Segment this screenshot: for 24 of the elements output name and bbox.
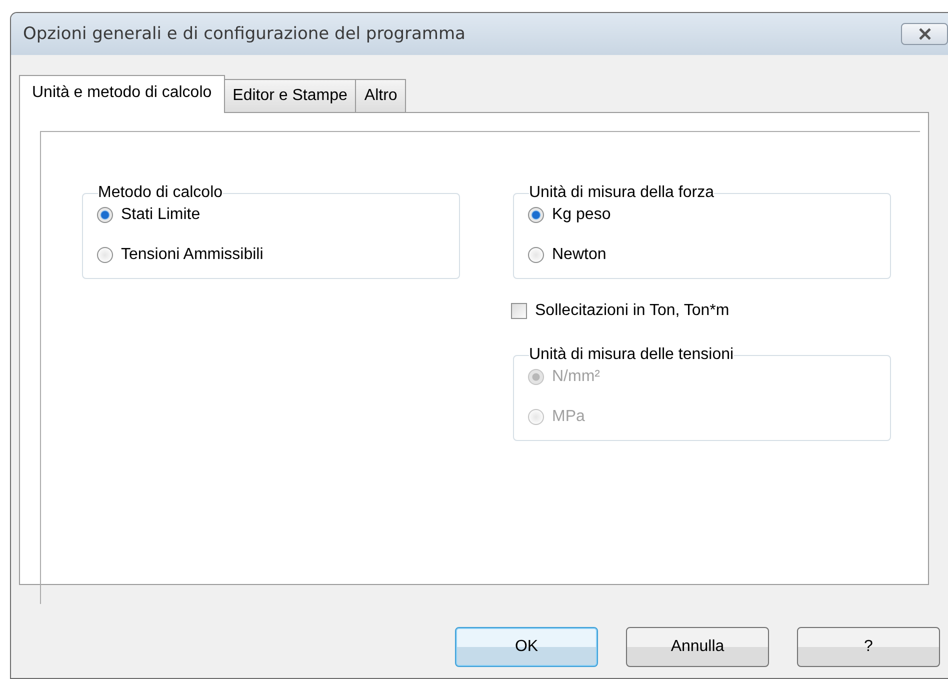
radio-label: Newton [552,246,606,264]
window-title: Opzioni generali e di configurazione del programma [23,24,466,44]
group-title: Unità di misura delle tensioni [529,346,734,364]
close-button[interactable] [901,23,948,45]
radio-button[interactable] [528,247,544,263]
radio-label: Stati Limite [121,206,200,224]
tab[interactable]: Altro [355,79,406,112]
tab[interactable]: Editor e Stampe [224,79,356,112]
checkbox-label: Sollecitazioni in Ton, Ton*m [535,302,730,320]
dialog-button[interactable]: OK [455,627,598,667]
group-title: Metodo di calcolo [98,184,223,202]
radio-button[interactable] [528,207,544,223]
radio-label: Tensioni Ammissibili [121,246,264,264]
radio-label: N/mm² [552,368,600,386]
checkbox[interactable] [511,303,527,319]
dialog-button[interactable]: Annulla [626,627,769,667]
radio-button[interactable] [97,247,113,263]
dialog-button[interactable]: ? [797,627,940,667]
close-icon [918,28,932,40]
radio-button[interactable] [97,207,113,223]
tab[interactable]: Unità e metodo di calcolo [19,75,225,113]
group-title: Unità di misura della forza [529,184,714,202]
radio-label: Kg peso [552,206,611,224]
radio-label: MPa [552,408,585,426]
